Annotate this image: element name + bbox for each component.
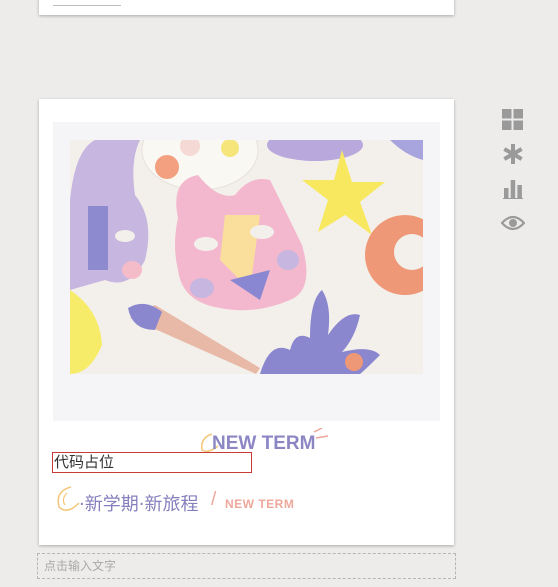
preview-button[interactable] bbox=[499, 209, 526, 236]
bar-chart-icon bbox=[502, 179, 523, 199]
grid-icon bbox=[502, 109, 523, 130]
cover-image[interactable] bbox=[70, 140, 423, 374]
layout-button[interactable] bbox=[499, 106, 526, 133]
subtitle-row[interactable]: ·新学期·新旅程 / NEW TERM bbox=[57, 486, 439, 519]
stats-button[interactable] bbox=[499, 175, 526, 202]
asterisk-icon bbox=[502, 143, 523, 164]
subtitle-text: ·新学期·新旅程 bbox=[79, 494, 199, 515]
code-placeholder[interactable]: 代码占位 bbox=[52, 452, 252, 473]
image-panel[interactable]: NEW TERM bbox=[53, 122, 440, 454]
style-button[interactable] bbox=[499, 140, 526, 167]
subtitle-slash: / bbox=[211, 489, 217, 510]
previous-card[interactable] bbox=[39, 0, 454, 15]
eye-icon bbox=[500, 215, 525, 230]
divider bbox=[53, 5, 121, 6]
subtitle-en: NEW TERM bbox=[225, 497, 295, 511]
text-input-field[interactable]: 点击输入文字 bbox=[37, 553, 456, 579]
article-card[interactable]: NEW TERM 代码占位 ·新学期·新旅程 / NEW TERM bbox=[39, 99, 454, 545]
craft-illustration bbox=[70, 140, 423, 374]
